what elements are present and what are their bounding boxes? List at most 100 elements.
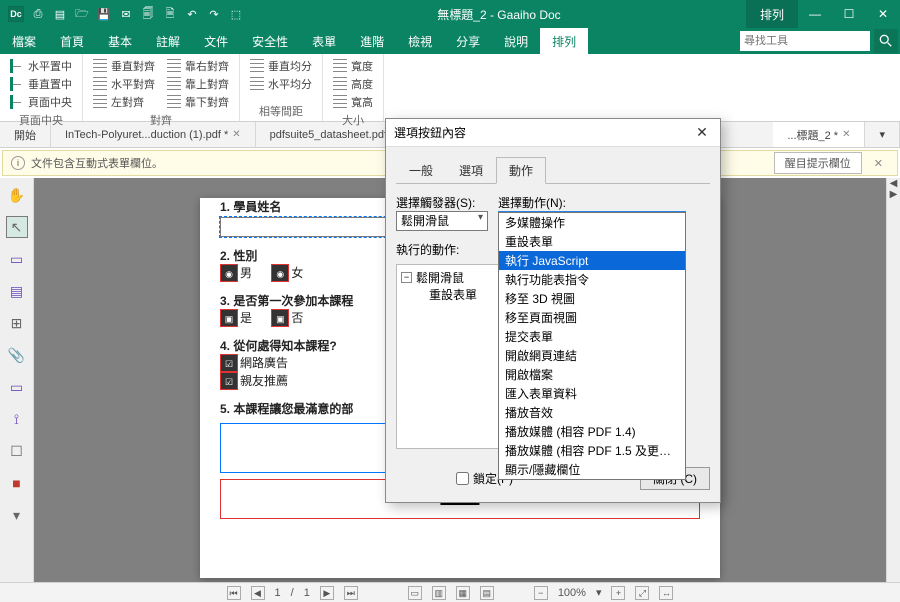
redact-tool-icon[interactable]: ■ — [6, 472, 28, 494]
comment-tool-icon[interactable]: ▭ — [6, 376, 28, 398]
menu-help[interactable]: 說明 — [492, 28, 540, 54]
dropdown-item[interactable]: 執行功能表指令 — [499, 270, 685, 289]
view-mode-icon[interactable]: ▤ — [480, 586, 494, 600]
qat-icon[interactable]: ↶ — [184, 6, 200, 22]
page-current[interactable]: 1 — [275, 587, 281, 599]
qat-icon[interactable]: 🗐 — [140, 6, 156, 22]
trigger-select[interactable]: 鬆開滑鼠 ▾ — [396, 211, 488, 231]
tab-actions[interactable]: 動作 — [496, 157, 546, 184]
attachment-tool-icon[interactable]: 📎 — [6, 344, 28, 366]
dropdown-item[interactable]: 重設表單 — [499, 232, 685, 251]
zoom-out-button[interactable]: − — [534, 586, 548, 600]
stamp-tool-icon[interactable]: ⟟ — [6, 408, 28, 430]
menu-form[interactable]: 表單 — [300, 28, 348, 54]
close-tab-icon[interactable]: ✕ — [232, 129, 240, 140]
first-page-button[interactable]: ⏮ — [227, 586, 241, 600]
dropdown-item[interactable]: 執行 JavaScript — [499, 251, 685, 270]
distribute-vertical-button[interactable]: 垂直均分 — [250, 58, 312, 74]
view-mode-icon[interactable]: ▦ — [456, 586, 470, 600]
qat-icon[interactable]: 🗎 — [162, 6, 178, 22]
checkbox-field[interactable]: ☑ — [220, 354, 238, 372]
doc-tab[interactable]: InTech-Polyuret...duction (1).pdf *✕ — [51, 122, 256, 147]
center-page-button[interactable]: 頁面中央 — [10, 94, 72, 110]
dropdown-item[interactable]: 移至頁面視圖 — [499, 308, 685, 327]
align-vertical-button[interactable]: 垂直對齊 — [93, 58, 155, 74]
tool-search-input[interactable] — [744, 35, 844, 47]
qat-icon[interactable]: ↷ — [206, 6, 222, 22]
tab-general[interactable]: 一般 — [396, 157, 446, 184]
doc-tab-active[interactable]: ...標題_2 *✕ — [773, 122, 865, 147]
menu-annotate[interactable]: 註解 — [144, 28, 192, 54]
notice-close-icon[interactable]: ✕ — [874, 157, 883, 170]
menu-document[interactable]: 文件 — [192, 28, 240, 54]
fit-icon[interactable]: ↔ — [659, 586, 673, 600]
grid-tool-icon[interactable]: ⊞ — [6, 312, 28, 334]
zoom-dropdown-icon[interactable]: ▾ — [596, 586, 602, 599]
dropdown-item[interactable]: 播放音效 — [499, 403, 685, 422]
radio-field[interactable]: ▣ — [220, 309, 238, 327]
form-tool-icon[interactable]: ☐ — [6, 440, 28, 462]
qat-icon[interactable]: ✉ — [118, 6, 134, 22]
right-panel-collapsed[interactable]: ◀▶ — [886, 178, 900, 582]
checkbox-field[interactable]: ☑ — [220, 372, 238, 390]
bookmark-tool-icon[interactable]: ▭ — [6, 248, 28, 270]
prev-page-button[interactable]: ◀ — [251, 586, 265, 600]
dropdown-item[interactable]: 顯示/隱藏欄位 — [499, 460, 685, 479]
menu-arrange[interactable]: 排列 — [540, 28, 588, 54]
radio-field[interactable]: ◉ — [220, 264, 238, 282]
size-width-button[interactable]: 寬度 — [333, 58, 373, 74]
expand-icon[interactable]: ◀ — [890, 178, 898, 189]
dropdown-item[interactable]: 播放媒體 (相容 PDF 1.5 及更高版本) — [499, 441, 685, 460]
zoom-in-button[interactable]: + — [611, 586, 625, 600]
menu-view[interactable]: 檢視 — [396, 28, 444, 54]
menu-security[interactable]: 安全性 — [240, 28, 300, 54]
menu-file[interactable]: 檔案 — [0, 28, 48, 54]
qat-icon[interactable]: ⬚ — [228, 6, 244, 22]
tab-options[interactable]: 選項 — [446, 157, 496, 184]
qat-icon[interactable]: ⎙ — [30, 6, 46, 22]
close-button[interactable]: ✕ — [866, 7, 900, 21]
more-tools-icon[interactable]: ▾ — [6, 504, 28, 526]
distribute-horizontal-button[interactable]: 水平均分 — [250, 76, 312, 92]
align-horizontal-button[interactable]: 水平對齊 — [93, 76, 155, 92]
dialog-titlebar[interactable]: 選項按鈕內容 ✕ — [386, 119, 720, 147]
center-horizontal-button[interactable]: 水平置中 — [10, 58, 72, 74]
size-height-button[interactable]: 高度 — [333, 76, 373, 92]
doc-tab-start[interactable]: 開始 — [0, 122, 51, 147]
menu-home[interactable]: 首頁 — [48, 28, 96, 54]
dropdown-item[interactable]: 開啟檔案 — [499, 365, 685, 384]
menu-advanced[interactable]: 進階 — [348, 28, 396, 54]
align-bottom-button[interactable]: 靠下對齊 — [167, 94, 229, 110]
dropdown-item[interactable]: 移至 3D 視圖 — [499, 289, 685, 308]
doc-tab-overflow[interactable]: ▾ — [865, 122, 900, 147]
action-dropdown-list[interactable]: 多媒體操作重設表單執行 JavaScript執行功能表指令移至 3D 視圖移至頁… — [498, 212, 686, 480]
dropdown-item[interactable]: 播放媒體 (相容 PDF 1.4) — [499, 422, 685, 441]
qat-icon[interactable]: 💾 — [96, 6, 112, 22]
tree-collapse-icon[interactable]: − — [401, 272, 412, 283]
fit-icon[interactable]: ⤢ — [635, 586, 649, 600]
search-button[interactable] — [874, 29, 898, 53]
maximize-button[interactable]: ☐ — [832, 7, 866, 21]
last-page-button[interactable]: ⏭ — [344, 586, 358, 600]
select-tool-icon[interactable]: ↖ — [6, 216, 28, 238]
dropdown-item[interactable]: 多媒體操作 — [499, 213, 685, 232]
pages-tool-icon[interactable]: ▤ — [6, 280, 28, 302]
align-top-button[interactable]: 靠上對齊 — [167, 76, 229, 92]
zoom-value[interactable]: 100% — [558, 587, 586, 599]
dropdown-item[interactable]: 匯入表單資料 — [499, 384, 685, 403]
menu-basic[interactable]: 基本 — [96, 28, 144, 54]
tool-search-box[interactable] — [740, 31, 870, 51]
hand-tool-icon[interactable]: ✋ — [6, 184, 28, 206]
qat-icon[interactable]: ▤ — [52, 6, 68, 22]
align-left-button[interactable]: 左對齊 — [93, 94, 155, 110]
dropdown-item[interactable]: 開啟網頁連結 — [499, 346, 685, 365]
radio-field[interactable]: ◉ — [271, 264, 289, 282]
qat-icon[interactable]: 🗁 — [74, 6, 90, 22]
minimize-button[interactable]: — — [798, 7, 832, 21]
radio-field[interactable]: ▣ — [271, 309, 289, 327]
center-vertical-button[interactable]: 垂直置中 — [10, 76, 72, 92]
size-both-button[interactable]: 寬高 — [333, 94, 373, 110]
menu-share[interactable]: 分享 — [444, 28, 492, 54]
next-page-button[interactable]: ▶ — [320, 586, 334, 600]
highlight-fields-button[interactable]: 醒目提示欄位 — [774, 152, 862, 174]
